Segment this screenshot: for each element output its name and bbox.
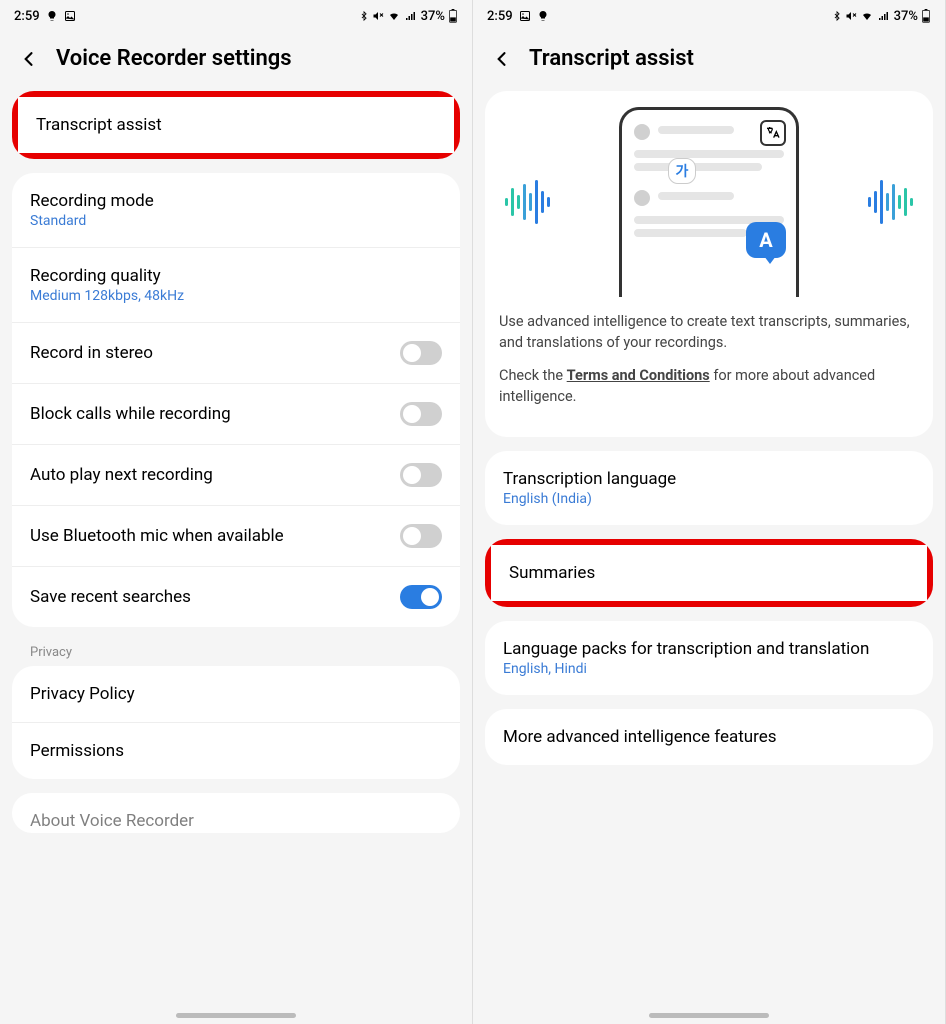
nav-pill[interactable]	[176, 1013, 296, 1018]
block-calls-row[interactable]: Block calls while recording	[12, 383, 460, 444]
row-label: Block calls while recording	[30, 404, 231, 424]
bluetooth-icon	[832, 10, 842, 22]
row-label: About Voice Recorder	[30, 811, 442, 831]
row-label: Privacy Policy	[30, 684, 442, 704]
signal-icon	[404, 10, 418, 22]
phone-mock-icon: 가 A	[619, 107, 799, 297]
about-row[interactable]: About Voice Recorder	[12, 793, 460, 833]
desc1: Use advanced intelligence to create text…	[499, 311, 919, 353]
waves-left-icon	[505, 180, 550, 224]
save-searches-toggle[interactable]	[400, 585, 442, 609]
terms-link[interactable]: Terms and Conditions	[567, 367, 710, 384]
wifi-icon	[387, 10, 401, 22]
row-label: Record in stereo	[30, 343, 153, 363]
lightbulb-icon	[537, 10, 549, 22]
waves-right-icon	[868, 180, 913, 224]
row-label: Recording mode	[30, 191, 442, 211]
auto-play-row[interactable]: Auto play next recording	[12, 444, 460, 505]
more-features-row[interactable]: More advanced intelligence features	[485, 709, 933, 765]
summaries-card: Summaries	[485, 539, 933, 607]
illustration: 가 A	[499, 107, 919, 297]
transcript-content: 가 A Use advanced intelligence to create …	[473, 91, 945, 1024]
gallery-icon	[64, 10, 76, 22]
translate-icon	[760, 120, 786, 146]
row-label: Permissions	[30, 741, 442, 761]
recording-quality-row[interactable]: Recording quality Medium 128kbps, 48kHz	[12, 247, 460, 322]
row-label: Transcription language	[503, 469, 915, 489]
signal-icon	[877, 10, 891, 22]
row-label: Use Bluetooth mic when available	[30, 526, 284, 546]
header: Voice Recorder settings	[0, 32, 472, 91]
row-label: Save recent searches	[30, 587, 191, 607]
phone-left: 2:59 37% Voice Recorder settings Transcr…	[0, 0, 473, 1024]
status-bar: 2:59 37%	[473, 0, 945, 32]
auto-play-toggle[interactable]	[400, 463, 442, 487]
bluetooth-icon	[359, 10, 369, 22]
row-label: Transcript assist	[36, 115, 436, 135]
intro-card: 가 A Use advanced intelligence to create …	[485, 91, 933, 437]
phone-right: 2:59 37% Transcript assist	[473, 0, 946, 1024]
status-time: 2:59	[14, 9, 40, 24]
bt-mic-toggle[interactable]	[400, 524, 442, 548]
row-sub: Standard	[30, 213, 442, 229]
save-searches-row[interactable]: Save recent searches	[12, 566, 460, 627]
back-icon[interactable]	[18, 48, 40, 70]
status-bar: 2:59 37%	[0, 0, 472, 32]
bt-mic-row[interactable]: Use Bluetooth mic when available	[12, 505, 460, 566]
back-icon[interactable]	[491, 48, 513, 70]
header: Transcript assist	[473, 32, 945, 91]
row-sub: English (India)	[503, 491, 915, 507]
battery-icon	[921, 9, 931, 23]
mute-icon	[845, 10, 857, 22]
intro-text: Use advanced intelligence to create text…	[499, 311, 919, 407]
status-time: 2:59	[487, 9, 513, 24]
battery-percent: 37%	[894, 9, 918, 24]
stereo-row[interactable]: Record in stereo	[12, 322, 460, 383]
row-sub: Medium 128kbps, 48kHz	[30, 288, 442, 304]
page-title: Voice Recorder settings	[56, 46, 292, 71]
row-label: Summaries	[509, 563, 909, 583]
transcript-assist-row[interactable]: Transcript assist	[12, 91, 460, 159]
mute-icon	[372, 10, 384, 22]
language-packs-row[interactable]: Language packs for transcription and tra…	[485, 621, 933, 695]
battery-icon	[448, 9, 458, 23]
row-label: Auto play next recording	[30, 465, 213, 485]
recording-mode-row[interactable]: Recording mode Standard	[12, 173, 460, 247]
stereo-toggle[interactable]	[400, 341, 442, 365]
row-sub: English, Hindi	[503, 661, 915, 677]
bubble-ka-icon: 가	[668, 158, 696, 184]
bubble-a-icon: A	[746, 222, 786, 258]
page-title: Transcript assist	[529, 46, 694, 71]
more-features-card: More advanced intelligence features	[485, 709, 933, 765]
battery-percent: 37%	[421, 9, 445, 24]
row-label: Recording quality	[30, 266, 442, 286]
nav-pill[interactable]	[649, 1013, 769, 1018]
block-calls-toggle[interactable]	[400, 402, 442, 426]
privacy-card: Privacy Policy Permissions	[12, 666, 460, 779]
lightbulb-icon	[46, 10, 58, 22]
row-label: More advanced intelligence features	[503, 727, 915, 747]
summaries-row[interactable]: Summaries	[485, 539, 933, 607]
transcription-language-row[interactable]: Transcription language English (India)	[485, 451, 933, 525]
recording-settings-card: Recording mode Standard Recording qualit…	[12, 173, 460, 627]
privacy-section-label: Privacy	[12, 641, 460, 666]
privacy-policy-row[interactable]: Privacy Policy	[12, 666, 460, 722]
transcript-assist-card: Transcript assist	[12, 91, 460, 159]
permissions-row[interactable]: Permissions	[12, 722, 460, 779]
row-label: Language packs for transcription and tra…	[503, 639, 915, 659]
gallery-icon	[519, 10, 531, 22]
trans-lang-card: Transcription language English (India)	[485, 451, 933, 525]
wifi-icon	[860, 10, 874, 22]
desc2: Check the Terms and Conditions for more …	[499, 365, 919, 407]
about-card: About Voice Recorder	[12, 793, 460, 833]
lang-packs-card: Language packs for transcription and tra…	[485, 621, 933, 695]
settings-content: Transcript assist Recording mode Standar…	[0, 91, 472, 1024]
